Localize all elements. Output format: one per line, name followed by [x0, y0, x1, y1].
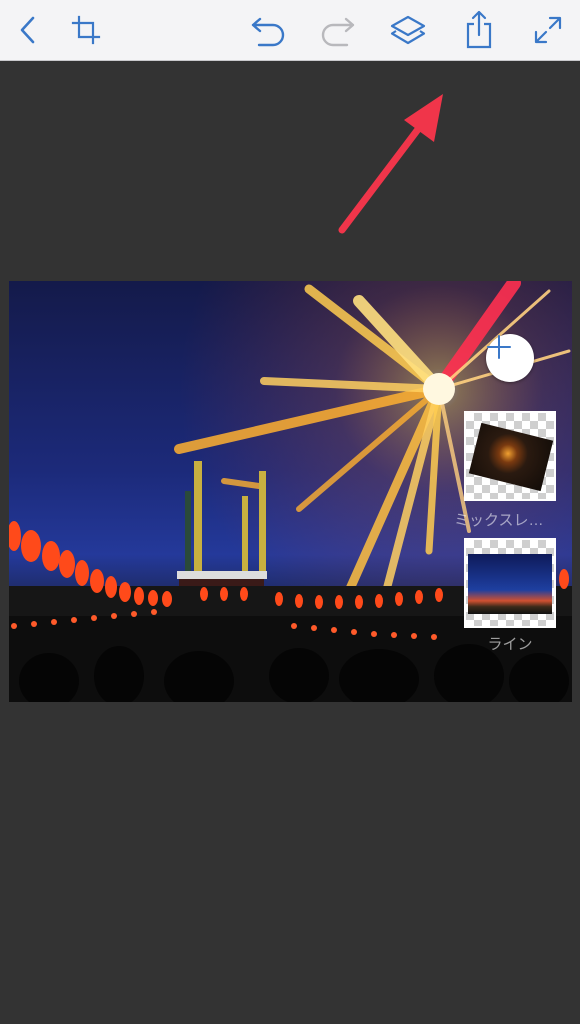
redo-button[interactable]	[316, 8, 360, 52]
expand-icon	[533, 15, 563, 45]
fireworks-cutout	[468, 422, 554, 492]
layer-label-2: ライン	[487, 636, 533, 653]
crop-button[interactable]	[64, 8, 108, 52]
festival-photo-thumb	[468, 554, 552, 614]
layer-thumbnail-fireworks[interactable]	[464, 411, 556, 501]
top-toolbar	[0, 0, 580, 61]
layers-button[interactable]	[386, 8, 430, 52]
layers-panel: ミックスレ… ライン	[9, 281, 572, 702]
layers-icon	[390, 14, 426, 46]
photo-canvas[interactable]: ミックスレ… ライン	[9, 281, 572, 702]
redo-icon	[319, 13, 357, 47]
undo-button[interactable]	[246, 8, 290, 52]
add-layer-button[interactable]	[486, 334, 534, 382]
red-arrow-icon	[330, 90, 450, 245]
crop-icon	[71, 15, 101, 45]
share-icon	[464, 10, 494, 50]
layer-label-1: ミックスレ…	[454, 512, 544, 529]
back-button[interactable]	[6, 8, 50, 52]
chevron-left-icon	[17, 15, 39, 45]
share-button[interactable]	[457, 8, 501, 52]
layer-thumbnail-photo[interactable]	[464, 538, 556, 628]
fullscreen-button[interactable]	[526, 8, 570, 52]
undo-icon	[249, 13, 287, 47]
